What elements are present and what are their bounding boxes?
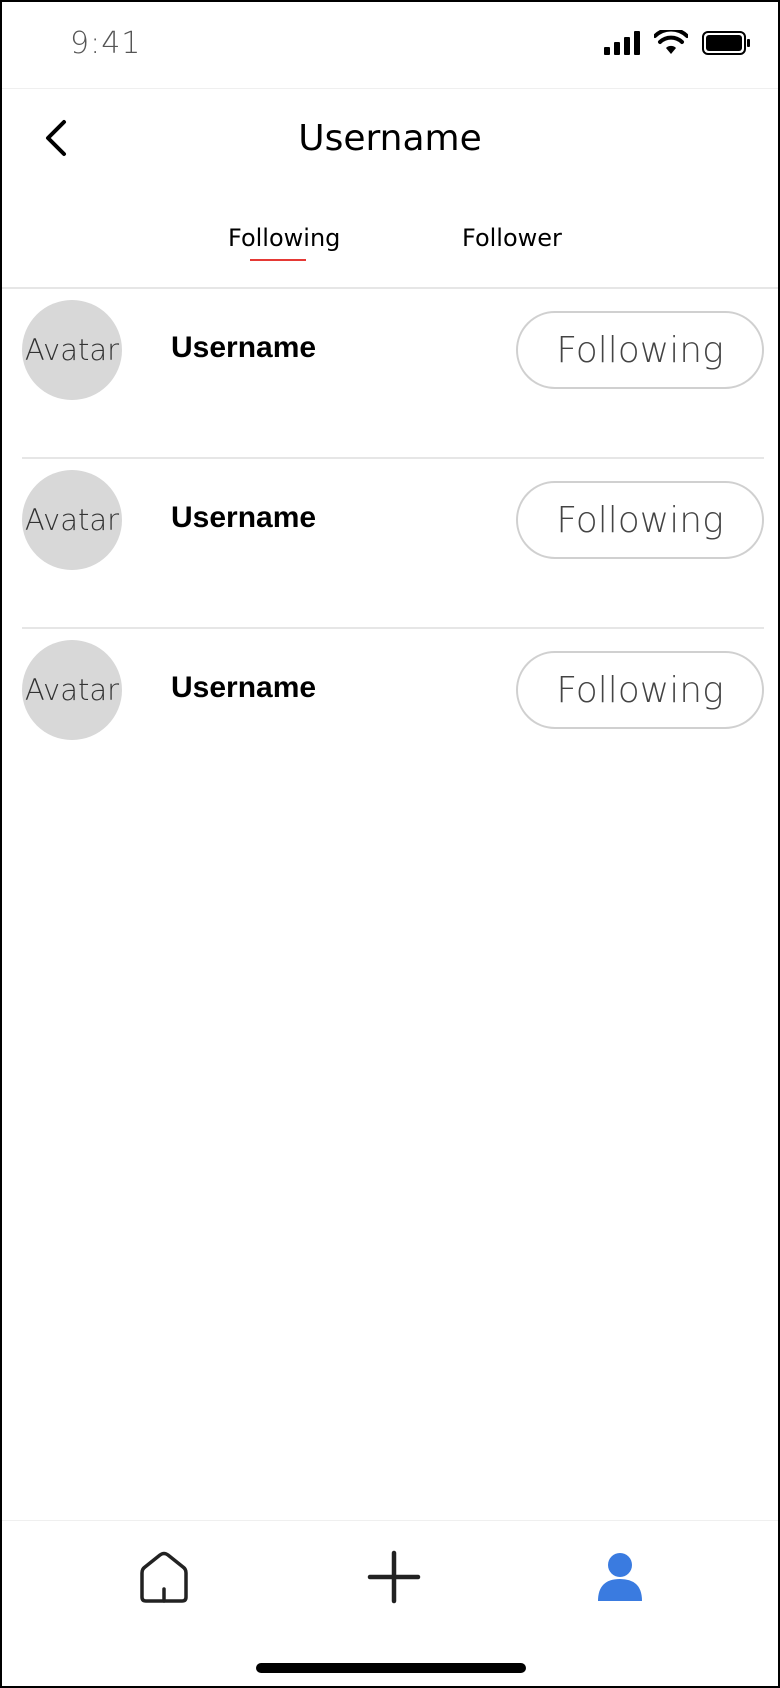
profile-icon	[598, 1553, 642, 1601]
page-title: Username	[298, 118, 482, 159]
list-item: Avatar Username Following	[22, 289, 764, 459]
plus-icon	[367, 1550, 421, 1604]
username-label[interactable]: Username	[171, 501, 316, 535]
nav-home-button[interactable]	[134, 1547, 194, 1607]
following-button[interactable]: Following	[516, 651, 764, 729]
wifi-icon	[654, 30, 688, 54]
following-button[interactable]: Following	[516, 481, 764, 559]
list-item: Avatar Username Following	[22, 629, 764, 799]
username-label[interactable]: Username	[171, 671, 316, 705]
phone-frame: 9:41 Username Following Follower Avatar …	[0, 0, 780, 1688]
home-icon	[140, 1551, 188, 1603]
avatar[interactable]: Avatar	[22, 300, 122, 400]
user-list: Avatar Username Following Avatar Usernam…	[22, 289, 764, 799]
status-bar: 9:41	[2, 2, 778, 89]
nav-header: Username	[2, 90, 778, 190]
tab-bar-top: Following Follower	[2, 212, 778, 289]
bottom-nav	[2, 1520, 778, 1686]
tab-following[interactable]: Following	[228, 224, 340, 252]
avatar[interactable]: Avatar	[22, 640, 122, 740]
avatar[interactable]: Avatar	[22, 470, 122, 570]
following-button[interactable]: Following	[516, 311, 764, 389]
nav-add-button[interactable]	[364, 1547, 424, 1607]
status-time: 9:41	[70, 26, 142, 61]
status-icons	[604, 30, 750, 56]
list-item: Avatar Username Following	[22, 459, 764, 629]
nav-profile-button[interactable]	[590, 1547, 650, 1607]
active-tab-indicator	[250, 259, 306, 261]
home-indicator	[256, 1663, 526, 1673]
battery-icon	[702, 31, 750, 55]
username-label[interactable]: Username	[171, 331, 316, 365]
tab-follower[interactable]: Follower	[462, 224, 562, 252]
signal-icon	[604, 31, 640, 55]
